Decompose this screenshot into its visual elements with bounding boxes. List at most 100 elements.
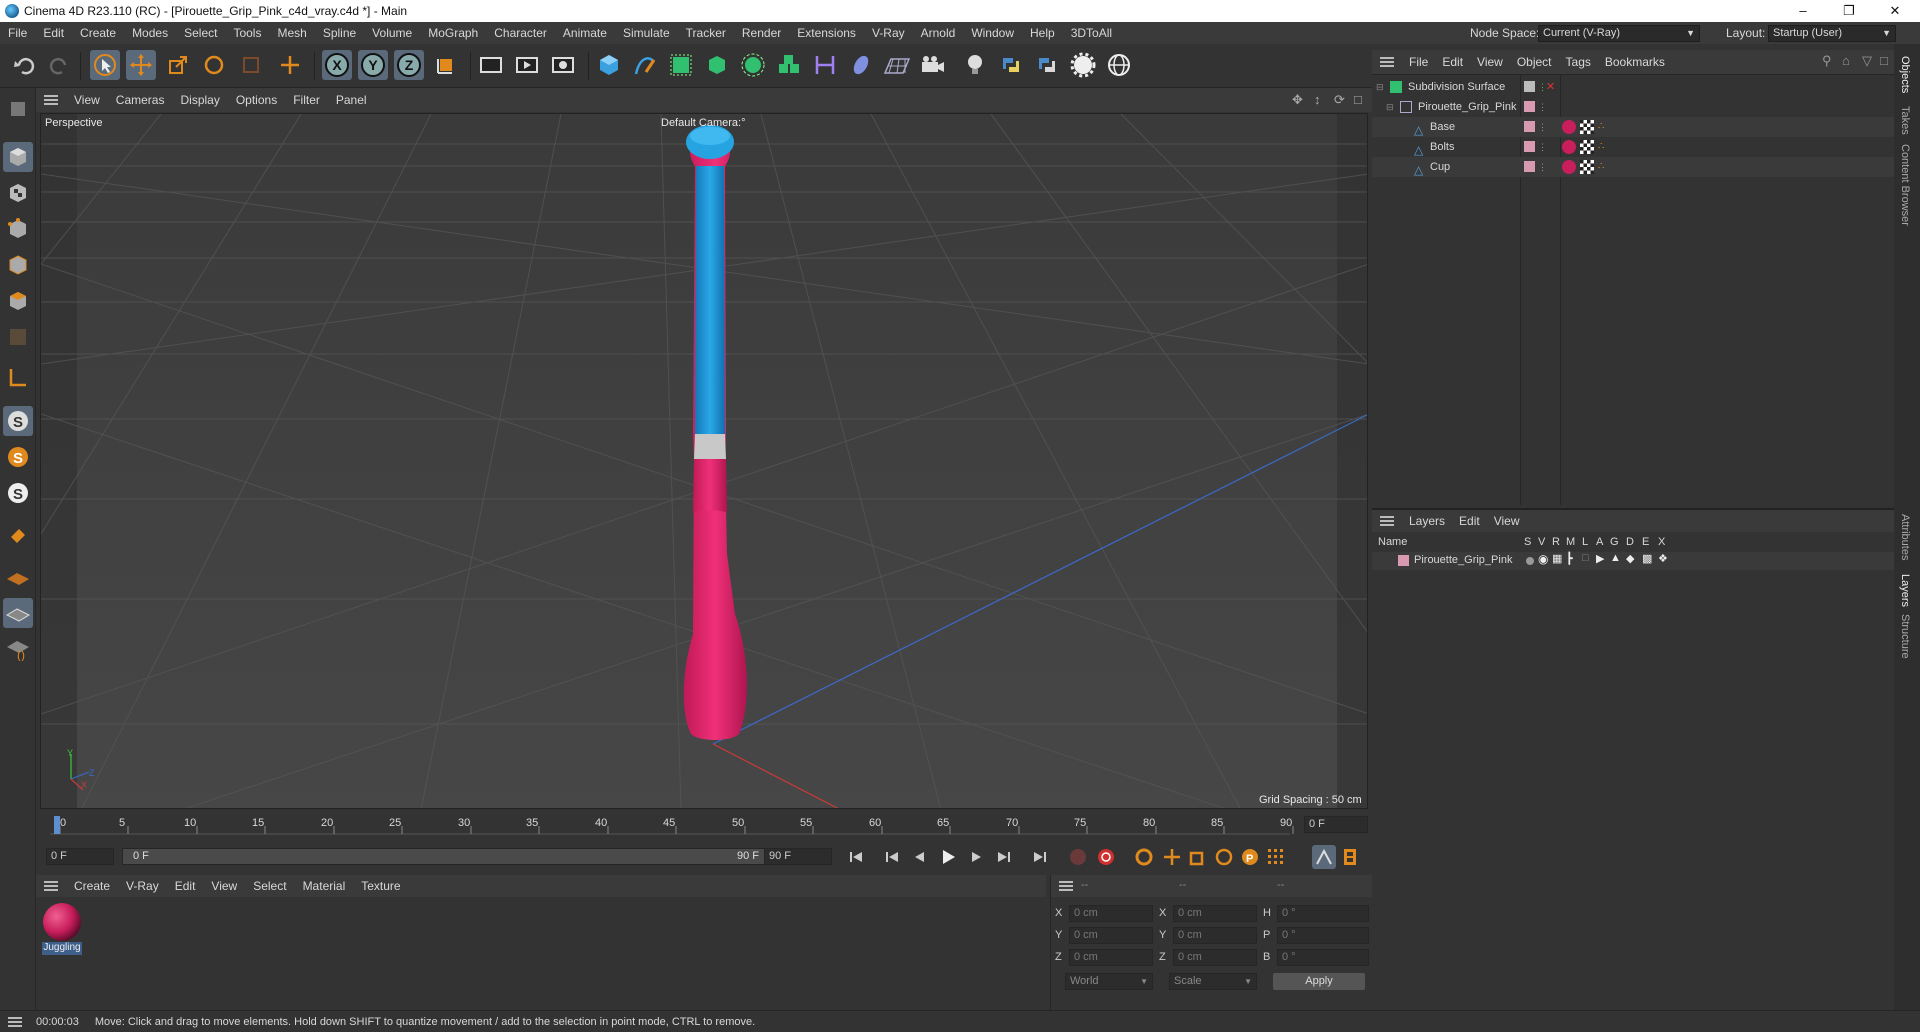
menu-mograph[interactable]: MoGraph [420,26,486,40]
rot-b-field[interactable]: 0 ° [1277,949,1369,966]
layer-menu-edit[interactable]: Edit [1452,514,1487,528]
objects-hamburger-icon[interactable] [1380,57,1394,67]
enabled-x-icon[interactable]: ✕ [1546,77,1555,97]
object-row-subdivision-surface[interactable]: ⊟ Subdivision Surface ⋮ ✕ [1372,77,1894,97]
object-row-base[interactable]: △ Base ⋮ ∴ [1372,117,1894,137]
axis-mode-button[interactable] [3,362,33,392]
menu-render[interactable]: Render [734,26,789,40]
cloner-button[interactable] [738,50,768,80]
material-hamburger-icon[interactable] [44,881,58,891]
cube-object-button[interactable] [594,50,624,80]
manager-tree-icon[interactable]: ┣ [1566,552,1573,565]
collapse-icon[interactable]: ⊟ [1386,97,1394,117]
viewport-menu-filter[interactable]: Filter [285,93,328,107]
viewport-move-icon[interactable]: ✥ [1292,92,1303,108]
redo-button[interactable] [44,50,74,80]
record-button[interactable] [1066,845,1090,869]
menu-simulate[interactable]: Simulate [615,26,678,40]
apply-button[interactable]: Apply [1273,973,1365,990]
material-menu-edit[interactable]: Edit [167,879,204,893]
vray-tag-icon[interactable]: ∴ [1598,157,1604,177]
object-menu-object[interactable]: Object [1510,55,1559,69]
material-menu-texture[interactable]: Texture [353,879,408,893]
key-rotation-button[interactable] [1212,845,1236,869]
viewport-rotate-icon[interactable]: ⟳ [1334,92,1345,108]
menu-character[interactable]: Character [486,26,555,40]
xref-icon[interactable]: ❖ [1658,552,1668,565]
size-z-field[interactable]: 0 cm [1173,949,1257,966]
next-frame-button[interactable] [964,845,988,869]
layer-color-swatch[interactable] [1398,555,1409,566]
visibility-dots-icon[interactable]: ⋮ [1538,97,1547,117]
coordinate-system-dropdown[interactable]: World ▼ [1065,973,1153,990]
current-frame-field[interactable]: 0 F [1304,816,1368,833]
start-frame-field[interactable]: 0 F [46,848,114,865]
viewport-menu-display[interactable]: Display [172,93,227,107]
menu-spline[interactable]: Spline [315,26,364,40]
spline-pen-button[interactable] [630,50,660,80]
edges-mode-button[interactable] [3,250,33,280]
layer-menu-view[interactable]: View [1487,514,1527,528]
extrude-button[interactable] [702,50,732,80]
material-tag-icon[interactable] [1562,140,1576,154]
size-x-field[interactable]: 0 cm [1173,905,1257,922]
material-menu-create[interactable]: Create [66,879,118,893]
material-tag-icon[interactable] [1562,120,1576,134]
viewport-hamburger-icon[interactable] [44,95,58,105]
key-position-button[interactable] [1160,845,1184,869]
prev-key-button[interactable] [880,845,904,869]
layer-color-swatch[interactable] [1524,141,1535,152]
expressions-icon[interactable]: ▩ [1642,552,1652,565]
menu-vray[interactable]: V-Ray [864,26,913,40]
menu-select[interactable]: Select [176,26,225,40]
status-hamburger-icon[interactable] [8,1016,22,1027]
collapse-icon[interactable]: ⊟ [1376,77,1384,97]
floor-button[interactable] [882,50,912,80]
tab-attributes[interactable]: Attributes [1899,514,1911,560]
viewport-zoom-icon[interactable]: ↕ [1314,92,1321,107]
node-space-dropdown[interactable]: Current (V-Ray) ▼ [1538,25,1700,42]
field-button[interactable] [846,50,876,80]
object-menu-file[interactable]: File [1402,55,1435,69]
frame-range-slider[interactable]: 0 F 90 F [122,848,774,865]
layer-menu-layers[interactable]: Layers [1402,514,1452,528]
tab-content-browser[interactable]: Content Browser [1899,144,1911,226]
grid-button[interactable] [3,598,33,628]
coords-hamburger-icon[interactable] [1059,881,1073,891]
rot-h-field[interactable]: 0 ° [1277,905,1369,922]
size-mode-dropdown[interactable]: Scale ▼ [1169,973,1257,990]
visibility-dots-icon[interactable]: ⋮ [1538,117,1547,137]
layers-hamburger-icon[interactable] [1380,516,1394,526]
python-script-button[interactable] [996,50,1026,80]
generators-icon[interactable]: ▲ [1610,552,1621,564]
workplane-snap-button[interactable]: S [3,478,33,508]
object-row-cup[interactable]: △ Cup ⋮ ∴ [1372,157,1894,177]
material-tag-icon[interactable] [1562,160,1576,174]
menu-tools[interactable]: Tools [225,26,269,40]
menu-mesh[interactable]: Mesh [269,26,314,40]
render-view-button[interactable] [476,50,506,80]
new-window-icon[interactable]: □ [1880,53,1888,68]
x-axis-lock-button[interactable]: X [322,50,352,80]
texture-tag-icon[interactable] [1580,160,1594,174]
vray-tag-icon[interactable]: ∴ [1598,117,1604,137]
menu-arnold[interactable]: Arnold [913,26,964,40]
material-swatch[interactable]: Juggling [42,902,82,956]
keyframe-selection-button[interactable] [1132,845,1156,869]
menu-help[interactable]: Help [1022,26,1063,40]
animation-play-icon[interactable]: ▶ [1596,552,1604,565]
material-menu-vray[interactable]: V-Ray [118,879,167,893]
solo-icon[interactable] [1526,557,1534,565]
menu-create[interactable]: Create [72,26,124,40]
locked-workplane-button[interactable]: () [3,634,33,664]
model-mode-button[interactable] [3,142,33,172]
key-parameter-button[interactable]: P [1238,845,1262,869]
viewport-camera-name[interactable]: Default Camera:° [661,117,746,129]
key-scale-button[interactable] [1186,845,1210,869]
layer-row[interactable]: Pirouette_Grip_Pink ◉ ▦ ┣ □ ▶ ▲ ◆ ▩ ❖ [1372,552,1894,570]
search-icon[interactable]: ⚲ [1822,53,1832,69]
material-menu-material[interactable]: Material [295,879,354,893]
key-pla-button[interactable] [1264,845,1288,869]
object-menu-edit[interactable]: Edit [1435,55,1470,69]
render-settings-button[interactable] [548,50,578,80]
